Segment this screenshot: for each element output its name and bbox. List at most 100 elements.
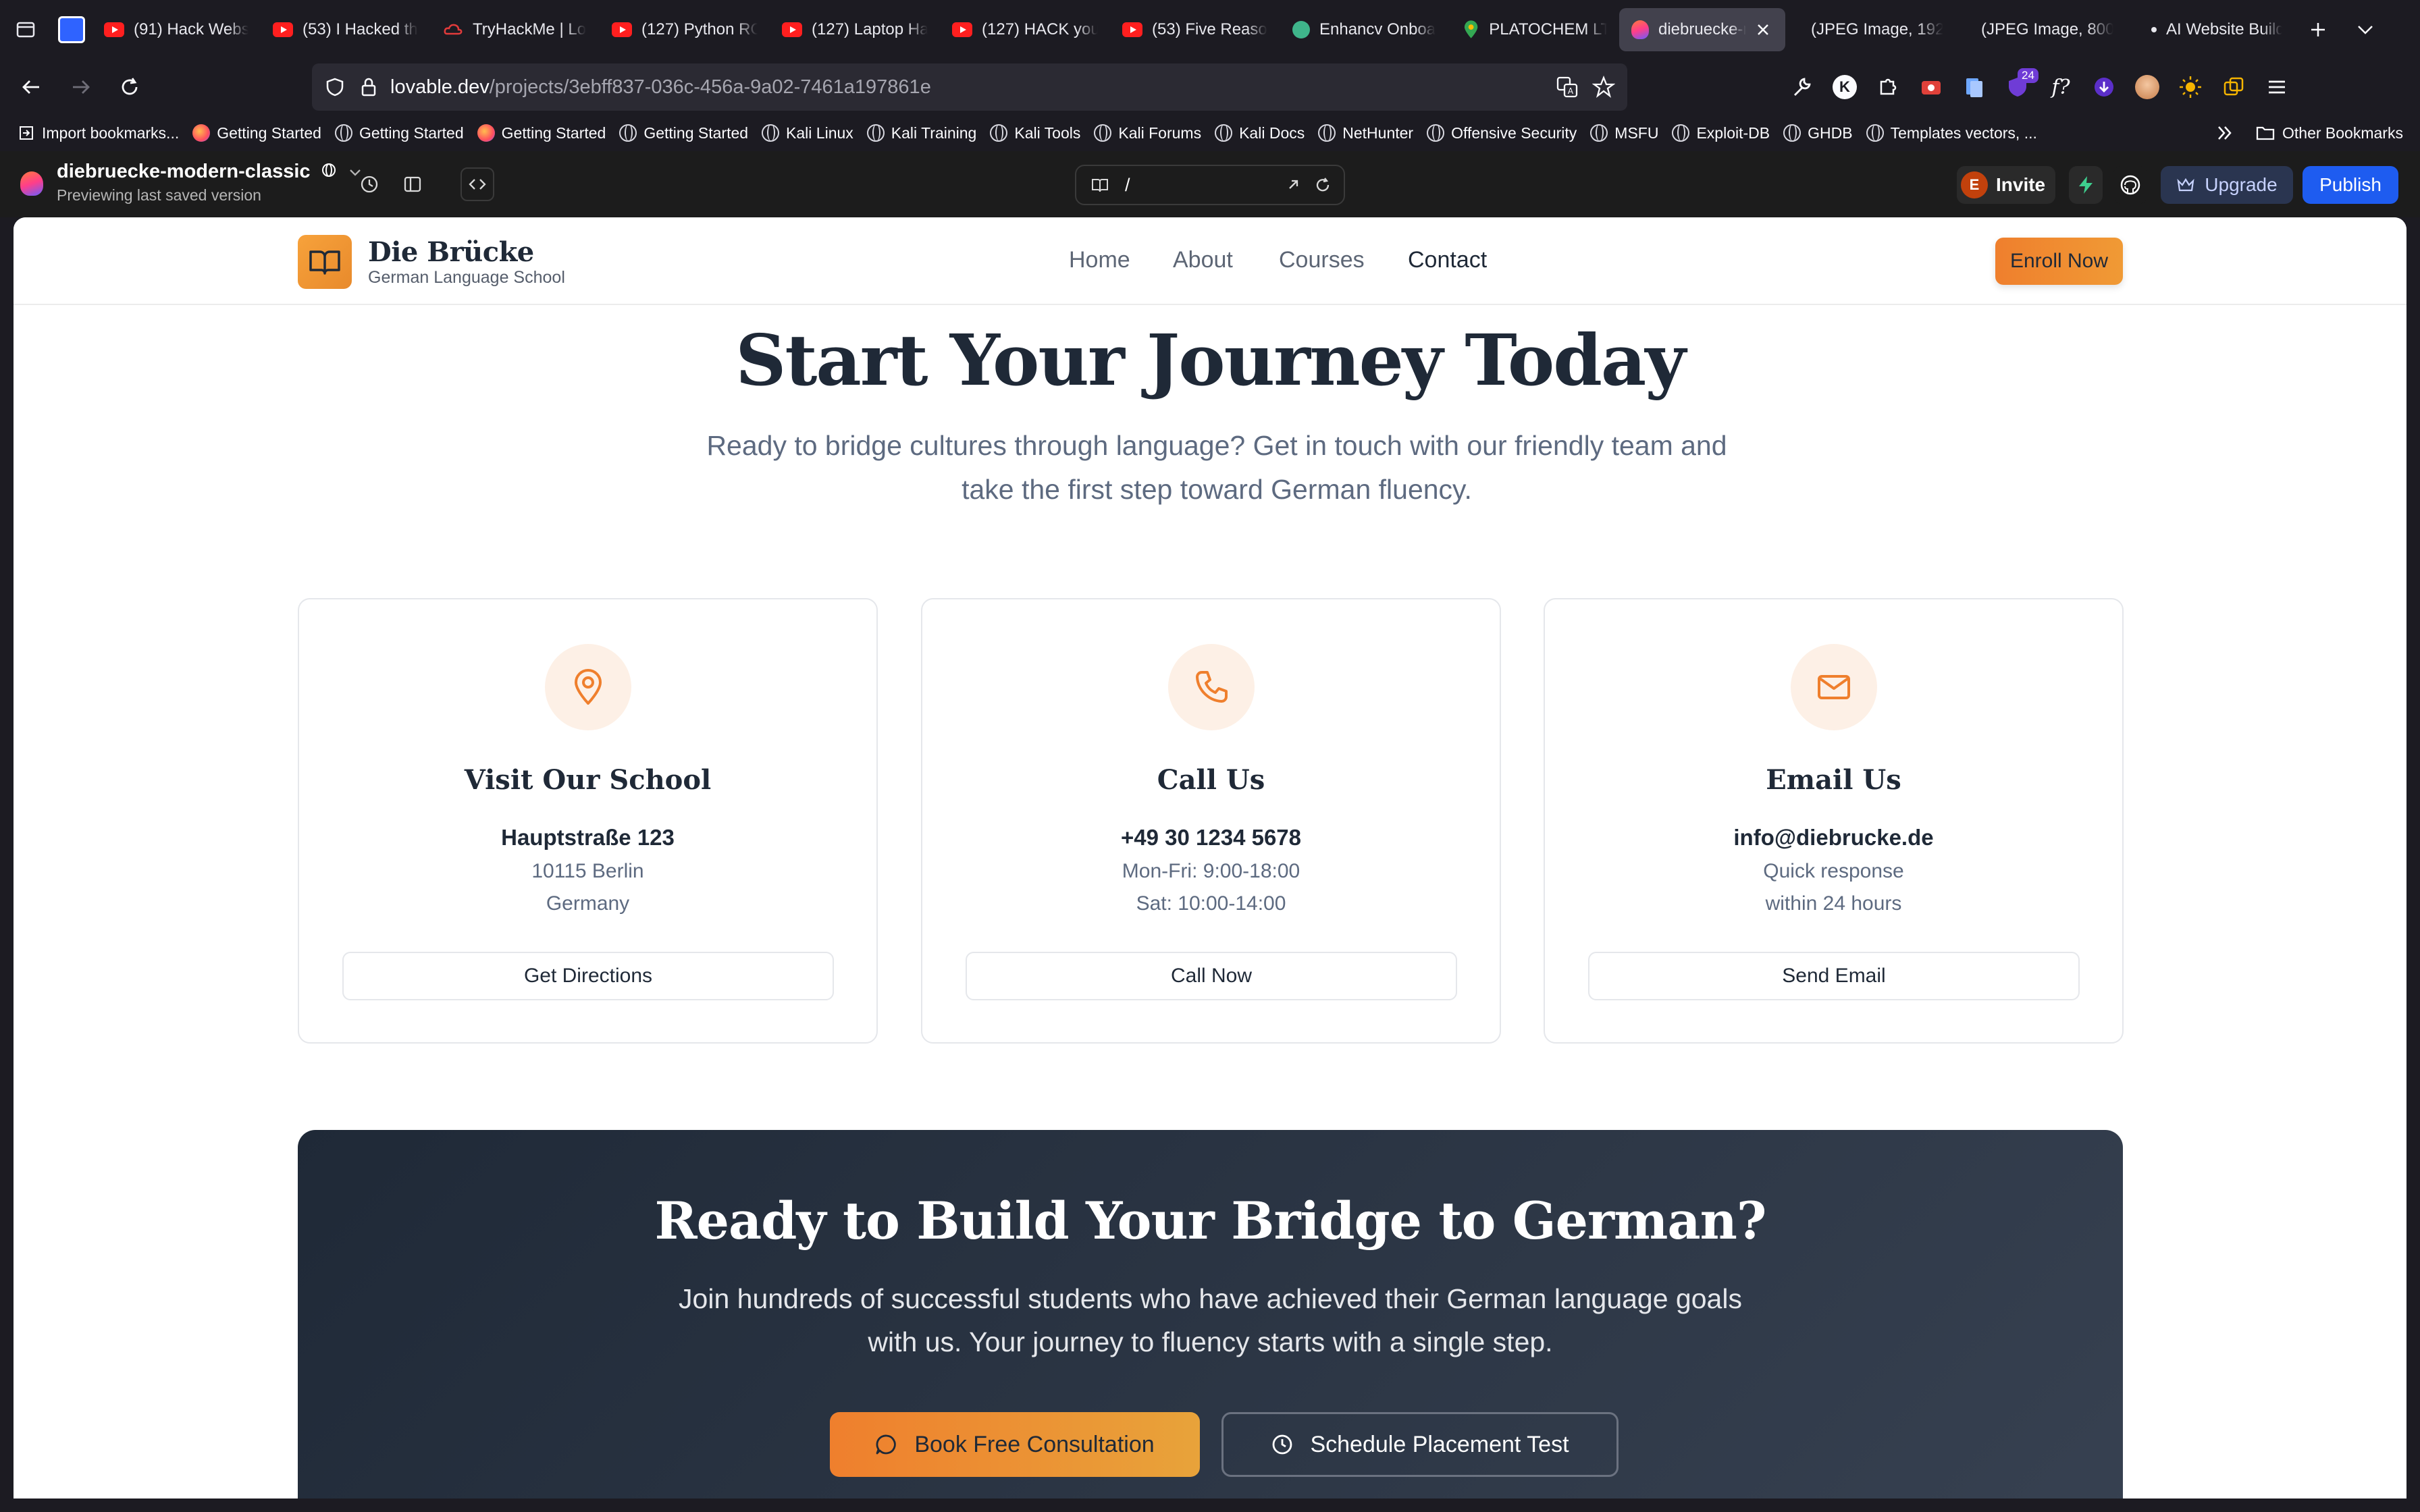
bookmark-other[interactable]: Other Bookmarks <box>2248 124 2410 142</box>
publish-button[interactable]: Publish <box>2303 166 2398 204</box>
tab-youtube-5[interactable]: (127) HACK you <box>940 8 1110 51</box>
pinned-tab[interactable] <box>51 0 92 59</box>
url-bar[interactable]: lovable.dev/projects/3ebff837-036c-456a-… <box>312 63 1627 111</box>
sidebar-toggle-button[interactable] <box>396 167 429 201</box>
tab-jpeg-2[interactable]: (JPEG Image, 800 × <box>1955 8 2126 51</box>
globe-icon <box>1672 124 1690 142</box>
tab-jpeg-1[interactable]: (JPEG Image, 1920 <box>1785 8 1955 51</box>
tab-ai-website[interactable]: AI Website Build <box>2126 8 2294 51</box>
bookmark-label: Other Bookmarks <box>2282 124 2403 142</box>
tab-youtube-4[interactable]: (127) Laptop Ha <box>770 8 940 51</box>
github-button[interactable] <box>2113 166 2147 204</box>
bookmark-ghdb[interactable]: GHDB <box>1777 124 1859 142</box>
wrench-icon[interactable] <box>1789 75 1814 99</box>
tab-label: TryHackMe | Lo <box>473 20 587 38</box>
schedule-placement-button[interactable]: Schedule Placement Test <box>1221 1412 1619 1477</box>
upgrade-button[interactable]: Upgrade <box>2161 166 2293 204</box>
puzzle-icon[interactable] <box>1876 75 1900 99</box>
bookmark-kali-docs[interactable]: Kali Docs <box>1208 124 1311 142</box>
send-email-button[interactable]: Send Email <box>1588 952 2080 1000</box>
tab-youtube-6[interactable]: (53) Five Reaso <box>1110 8 1280 51</box>
invite-button[interactable]: E Invite <box>1957 166 2055 204</box>
nav-home[interactable]: Home <box>1069 247 1130 273</box>
screenshot-icon[interactable] <box>1919 75 1943 99</box>
bookmark-label: Exploit-DB <box>1696 124 1770 142</box>
bookmark-kali-training[interactable]: Kali Training <box>860 124 984 142</box>
tab-enhancv[interactable]: Enhancv Onboa <box>1280 8 1450 51</box>
k-extension-icon[interactable]: K <box>1833 75 1857 99</box>
supabase-button[interactable] <box>2069 166 2103 204</box>
page-subtitle: Ready to bridge cultures through languag… <box>706 430 1727 505</box>
bookmarks-overflow-button[interactable] <box>2215 123 2235 147</box>
code-icon <box>469 179 486 190</box>
bookmark-nethunter[interactable]: NetHunter <box>1311 124 1420 142</box>
lovable-icon <box>1631 20 1649 39</box>
bookmark-getting-started-1[interactable]: Getting Started <box>186 124 328 142</box>
call-now-button[interactable]: Call Now <box>966 952 1457 1000</box>
reload-button[interactable] <box>105 63 154 111</box>
formula-icon[interactable]: f? <box>2049 75 2073 99</box>
close-tab-icon[interactable] <box>1756 22 1770 37</box>
sun-icon[interactable] <box>2178 75 2203 99</box>
preview-path-bar[interactable]: / <box>1075 165 1345 205</box>
nav-courses[interactable]: Courses <box>1279 247 1365 273</box>
download-icon[interactable] <box>2092 75 2116 99</box>
window-switch-icon[interactable] <box>2221 75 2246 99</box>
globe-icon <box>1318 124 1336 142</box>
globe-icon <box>321 163 336 177</box>
bookmark-getting-started-2[interactable]: Getting Started <box>328 124 471 142</box>
tab-platochem[interactable]: PLATOCHEM LT <box>1450 8 1619 51</box>
get-directions-button[interactable]: Get Directions <box>342 952 834 1000</box>
bookmark-kali-tools[interactable]: Kali Tools <box>983 124 1087 142</box>
code-view-button[interactable] <box>461 167 494 201</box>
list-all-tabs-button[interactable] <box>2342 0 2389 59</box>
history-button[interactable] <box>352 167 386 201</box>
bookmark-msfu[interactable]: MSFU <box>1583 124 1665 142</box>
tab-diebruecke[interactable]: diebruecke-m <box>1619 8 1785 51</box>
tab-youtube-2[interactable]: (53) I Hacked th <box>261 8 431 51</box>
bookmark-getting-started-3[interactable]: Getting Started <box>471 124 613 142</box>
bookmark-getting-started-4[interactable]: Getting Started <box>612 124 755 142</box>
bookmark-label: Getting Started <box>643 124 749 142</box>
arrow-left-icon <box>22 80 39 94</box>
back-button[interactable] <box>7 63 55 111</box>
bookmark-label: Import bookmarks... <box>42 124 180 142</box>
card-title: Visit Our School <box>464 764 712 796</box>
translate-icon[interactable]: A <box>1556 76 1579 99</box>
bookmark-templates[interactable]: Templates vectors, ... <box>1860 124 2044 142</box>
tab-youtube-3[interactable]: (127) Python RC <box>600 8 770 51</box>
new-tab-button[interactable] <box>2294 0 2342 59</box>
star-icon[interactable] <box>1592 76 1615 99</box>
refresh-icon[interactable] <box>1314 176 1332 194</box>
site-logo[interactable] <box>298 235 352 289</box>
cta-subtitle: Join hundreds of successful students who… <box>679 1283 1742 1357</box>
book-consultation-button[interactable]: Book Free Consultation <box>830 1412 1200 1477</box>
nav-contact[interactable]: Contact <box>1408 247 1487 273</box>
bookmark-exploit-db[interactable]: Exploit-DB <box>1665 124 1777 142</box>
tab-youtube-1[interactable]: (91) Hack Webs <box>92 8 261 51</box>
notes-icon[interactable] <box>1962 75 1987 99</box>
bookmark-offensive-security[interactable]: Offensive Security <box>1420 124 1583 142</box>
svg-text:A: A <box>1568 86 1574 96</box>
brand-name: Die Brücke <box>368 236 534 268</box>
bookmark-kali-forums[interactable]: Kali Forums <box>1087 124 1208 142</box>
tab-overview-button[interactable] <box>0 0 51 59</box>
shield-icon <box>326 78 344 97</box>
contact-card-email: Email Us info@diebrucke.de Quick respons… <box>1544 598 2124 1044</box>
bookmark-import[interactable]: Import bookmarks... <box>11 124 186 142</box>
bookmark-kali-linux[interactable]: Kali Linux <box>755 124 860 142</box>
enroll-now-button[interactable]: Enroll Now <box>1995 238 2123 285</box>
cta-section: Ready to Build Your Bridge to German? Jo… <box>298 1130 2123 1498</box>
bookmark-label: Templates vectors, ... <box>1890 124 2037 142</box>
hamburger-menu-icon[interactable] <box>2265 75 2289 99</box>
profile-avatar-icon[interactable] <box>2135 75 2159 99</box>
external-link-icon[interactable] <box>1284 176 1302 194</box>
nav-about[interactable]: About <box>1173 247 1233 273</box>
reload-icon <box>122 78 138 95</box>
bookmark-label: Offensive Security <box>1451 124 1577 142</box>
extension-shield-badge[interactable]: 24 <box>2005 68 2038 99</box>
forward-button[interactable] <box>57 63 105 111</box>
project-menu[interactable]: diebruecke-modern-classic <box>57 161 362 183</box>
tab-tryhackme[interactable]: TryHackMe | Lo <box>431 8 600 51</box>
lovable-logo-icon[interactable] <box>20 171 43 196</box>
